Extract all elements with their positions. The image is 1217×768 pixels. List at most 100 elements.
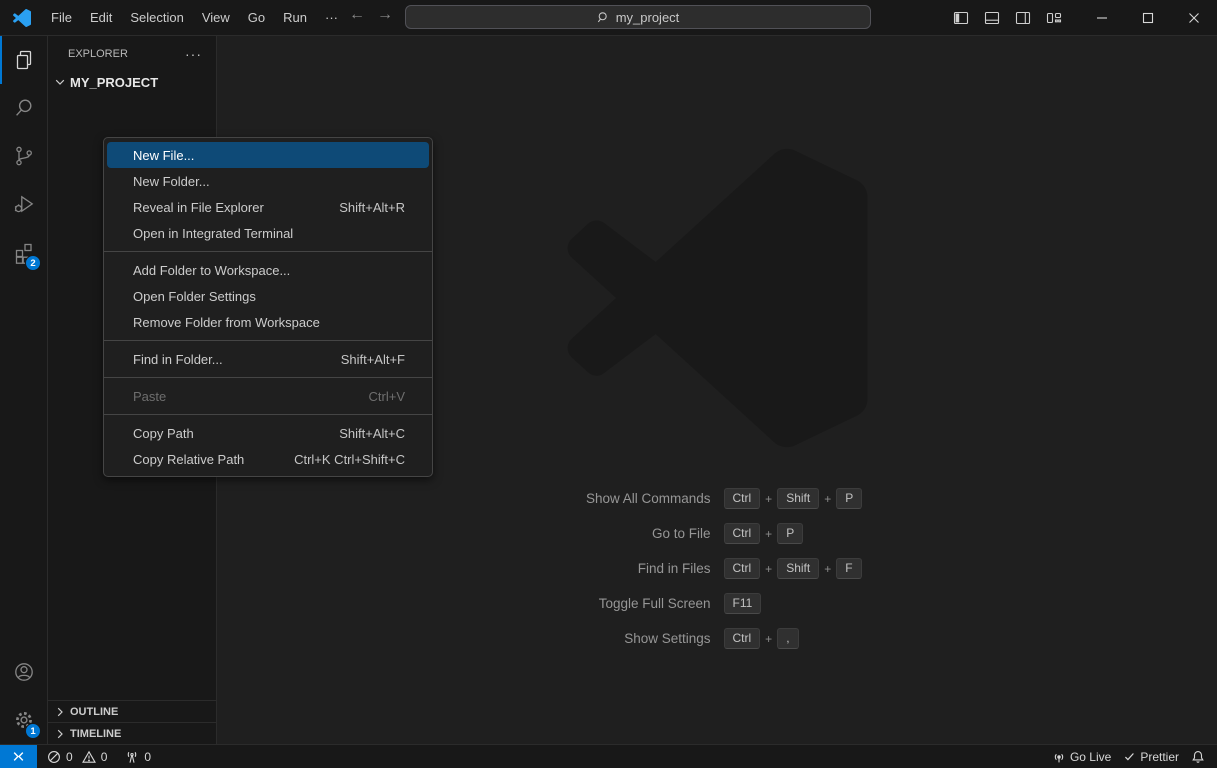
- menu-item-new-file[interactable]: New File...: [107, 142, 429, 168]
- plus-separator: +: [824, 492, 831, 506]
- maximize-button[interactable]: [1125, 0, 1171, 35]
- toggle-panel-icon[interactable]: [976, 0, 1007, 35]
- menu-item-open-in-integrated-terminal[interactable]: Open in Integrated Terminal: [107, 220, 429, 246]
- menu-separator: [104, 251, 432, 252]
- close-button[interactable]: [1171, 0, 1217, 35]
- key-p: P: [836, 488, 862, 509]
- menu-item-open-folder-settings[interactable]: Open Folder Settings: [107, 283, 429, 309]
- menu-item-shortcut: Ctrl+V: [369, 389, 405, 404]
- menu-go[interactable]: Go: [239, 6, 274, 29]
- activity-settings[interactable]: 1: [0, 696, 47, 744]
- outline-section[interactable]: OUTLINE: [48, 700, 216, 722]
- error-count: 0: [66, 750, 73, 764]
- toggle-sidebar-icon[interactable]: [945, 0, 976, 35]
- menu-separator: [104, 377, 432, 378]
- menu-item-remove-folder-from-workspace[interactable]: Remove Folder from Workspace: [107, 309, 429, 335]
- menu-item-label: New Folder...: [133, 174, 210, 189]
- search-value: my_project: [616, 10, 680, 25]
- menu-item-paste: Paste Ctrl+V: [107, 383, 429, 409]
- vscode-logo-icon: [13, 9, 31, 27]
- explorer-title: EXPLORER: [68, 48, 128, 60]
- customize-layout-icon[interactable]: [1038, 0, 1069, 35]
- plus-separator: +: [765, 527, 772, 541]
- menu-separator: [104, 340, 432, 341]
- radio-tower-icon: [125, 750, 139, 764]
- key-comma: ,: [777, 628, 798, 649]
- forward-arrow-icon[interactable]: →: [372, 6, 398, 24]
- menu-item-new-folder[interactable]: New Folder...: [107, 168, 429, 194]
- warning-count: 0: [101, 750, 108, 764]
- ports-count: 0: [144, 750, 151, 764]
- chevron-right-icon: [52, 704, 68, 720]
- key-f: F: [836, 558, 861, 579]
- vscode-window: File Edit Selection View Go Run ··· ← → …: [0, 0, 1217, 768]
- shortcut-label: Find in Files: [415, 561, 711, 576]
- sidebar-bottom-sections: OUTLINE TIMELINE: [48, 700, 216, 744]
- git-branch-icon: [12, 144, 36, 168]
- menu-item-label: Remove Folder from Workspace: [133, 315, 320, 330]
- menu-file[interactable]: File: [42, 6, 81, 29]
- menu-bar: File Edit Selection View Go Run ···: [42, 6, 347, 29]
- menu-selection[interactable]: Selection: [121, 6, 192, 29]
- activity-extensions[interactable]: 2: [0, 228, 47, 276]
- check-icon: [1123, 750, 1136, 763]
- watermark-shortcuts: Show All Commands Ctrl + Shift + P Go to…: [415, 481, 1020, 656]
- activity-source-control[interactable]: [0, 132, 47, 180]
- title-bar: File Edit Selection View Go Run ··· ← → …: [0, 0, 1217, 36]
- back-arrow-icon[interactable]: ←: [344, 6, 370, 24]
- remote-indicator[interactable]: [0, 745, 37, 768]
- toggle-secondary-sidebar-icon[interactable]: [1007, 0, 1038, 35]
- outline-label: OUTLINE: [70, 706, 118, 718]
- key-ctrl: Ctrl: [724, 558, 761, 579]
- menu-item-find-in-folder[interactable]: Find in Folder... Shift+Alt+F: [107, 346, 429, 372]
- minimize-button[interactable]: [1079, 0, 1125, 35]
- menu-run[interactable]: Run: [274, 6, 316, 29]
- menu-item-shortcut: Shift+Alt+R: [339, 200, 405, 215]
- menu-item-shortcut: Ctrl+K Ctrl+Shift+C: [294, 452, 405, 467]
- shortcut-row-show-all-commands: Show All Commands Ctrl + Shift + P: [415, 487, 1020, 510]
- prettier-status[interactable]: Prettier: [1117, 750, 1185, 764]
- key-f11: F11: [724, 593, 762, 614]
- shortcut-row-show-settings: Show Settings Ctrl + ,: [415, 627, 1020, 650]
- broadcast-icon: [1052, 750, 1066, 764]
- menu-view[interactable]: View: [193, 6, 239, 29]
- ports-status[interactable]: 0: [119, 750, 157, 764]
- menu-item-copy-path[interactable]: Copy Path Shift+Alt+C: [107, 420, 429, 446]
- run-and-debug-icon: [12, 192, 36, 216]
- timeline-section[interactable]: TIMELINE: [48, 722, 216, 744]
- menu-item-copy-relative-path[interactable]: Copy Relative Path Ctrl+K Ctrl+Shift+C: [107, 446, 429, 472]
- problems-status[interactable]: 0 0: [41, 750, 113, 764]
- go-live-status[interactable]: Go Live: [1046, 750, 1117, 764]
- menu-item-label: Copy Relative Path: [133, 452, 244, 467]
- menu-item-label: Add Folder to Workspace...: [133, 263, 290, 278]
- shortcut-label: Show All Commands: [415, 491, 711, 506]
- extensions-badge: 2: [25, 255, 41, 271]
- shortcut-row-find-in-files: Find in Files Ctrl + Shift + F: [415, 557, 1020, 580]
- menu-item-add-folder-to-workspace[interactable]: Add Folder to Workspace...: [107, 257, 429, 283]
- explorer-more-actions-icon[interactable]: ···: [179, 46, 208, 62]
- menu-item-label: Find in Folder...: [133, 352, 223, 367]
- command-center-search[interactable]: my_project: [405, 5, 871, 29]
- shortcut-row-go-to-file: Go to File Ctrl + P: [415, 522, 1020, 545]
- files-icon: [14, 48, 36, 72]
- explorer-context-menu: New File... New Folder... Reveal in File…: [103, 137, 433, 477]
- activity-explorer[interactable]: [0, 36, 47, 84]
- account-icon: [12, 660, 36, 684]
- plus-separator: +: [765, 562, 772, 576]
- search-icon: [12, 96, 36, 120]
- notifications-status[interactable]: [1185, 750, 1211, 764]
- key-ctrl: Ctrl: [724, 523, 761, 544]
- menu-edit[interactable]: Edit: [81, 6, 121, 29]
- activity-run-debug[interactable]: [0, 180, 47, 228]
- activity-search[interactable]: [0, 84, 47, 132]
- activity-accounts[interactable]: [0, 648, 47, 696]
- prettier-label: Prettier: [1140, 750, 1179, 764]
- activity-bar: 2 1: [0, 36, 48, 744]
- key-shift: Shift: [777, 558, 819, 579]
- menu-more[interactable]: ···: [316, 6, 347, 29]
- menu-item-reveal-in-file-explorer[interactable]: Reveal in File Explorer Shift+Alt+R: [107, 194, 429, 220]
- explorer-header: EXPLORER ···: [48, 36, 216, 71]
- plus-separator: +: [765, 492, 772, 506]
- folder-root-my-project[interactable]: MY_PROJECT: [48, 71, 216, 93]
- warning-icon: [82, 750, 96, 764]
